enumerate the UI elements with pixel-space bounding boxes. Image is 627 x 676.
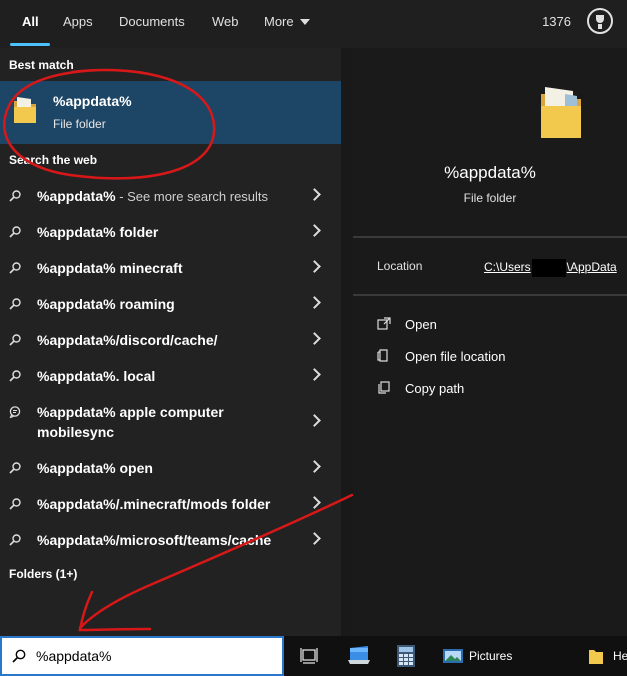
search-icon <box>9 534 21 546</box>
panel-divider <box>341 48 353 636</box>
section-best-match: Best match <box>9 58 74 72</box>
location-path-prefix: C:\Users <box>484 260 531 275</box>
tab-web[interactable]: Web <box>212 14 239 29</box>
tab-apps[interactable]: Apps <box>63 14 93 29</box>
rewards-trophy-icon[interactable] <box>587 8 613 34</box>
best-match-item[interactable]: %appdata% File folder <box>0 81 341 144</box>
chat-icon <box>9 406 21 418</box>
web-result-text: %appdata%/discord/cache/ <box>37 332 218 348</box>
divider <box>353 294 627 296</box>
taskbar: Pictures He <box>0 636 627 676</box>
photos-icon[interactable] <box>442 644 464 668</box>
chevron-right-icon <box>308 188 321 201</box>
calculator-icon[interactable] <box>396 644 416 668</box>
folder-icon <box>541 87 581 138</box>
location-path-link[interactable]: C:\Users \AppData <box>484 259 617 277</box>
copy-icon <box>378 381 390 394</box>
web-result-text: %appdata%/.minecraft/mods folder <box>37 496 271 512</box>
search-icon <box>9 498 21 510</box>
web-result-text-line2: mobilesync <box>37 424 115 440</box>
web-result-row[interactable]: %appdata%/discord/cache/ <box>0 321 341 357</box>
web-result-text: %appdata%. local <box>37 368 156 384</box>
web-result-row[interactable]: %appdata%/.minecraft/mods folder <box>0 485 341 521</box>
copy-path-label: Copy path <box>405 381 465 396</box>
folder-icon <box>14 97 36 123</box>
web-result-text: %appdata% - See more search results <box>37 188 268 204</box>
divider <box>353 236 627 238</box>
preview-panel: %appdata% File folder Location C:\Users \… <box>353 48 627 636</box>
search-icon <box>9 298 21 310</box>
best-match-title: %appdata% <box>53 93 132 109</box>
location-label: Location <box>377 259 423 273</box>
preview-subtitle: File folder <box>463 191 517 205</box>
chevron-right-icon <box>308 296 321 309</box>
tab-documents[interactable]: Documents <box>119 14 185 29</box>
preview-title: %appdata% <box>444 163 536 182</box>
search-icon <box>9 226 21 238</box>
chevron-right-icon <box>308 368 321 381</box>
web-result-row[interactable]: %appdata% apple computer mobilesync <box>0 393 341 449</box>
chevron-right-icon <box>308 224 321 237</box>
tab-more[interactable]: More <box>264 14 310 29</box>
tab-more-label: More <box>264 14 294 29</box>
web-result-text: %appdata% minecraft <box>37 260 183 276</box>
redacted-username <box>531 259 566 277</box>
open-file-location-label: Open file location <box>405 349 506 364</box>
web-result-row[interactable]: %appdata%/microsoft/teams/cache <box>0 521 341 557</box>
search-icon <box>9 334 21 346</box>
web-result-text: %appdata%/microsoft/teams/cache <box>37 532 272 548</box>
chevron-right-icon <box>308 260 321 273</box>
results-panel: Best match %appdata% File folder Search … <box>0 48 341 636</box>
chevron-right-icon <box>308 460 321 473</box>
taskbar-pictures-label[interactable]: Pictures <box>469 649 512 663</box>
search-input[interactable] <box>36 646 266 666</box>
chevron-down-icon <box>299 18 310 25</box>
web-result-row[interactable]: %appdata% roaming <box>0 285 341 321</box>
web-result-row[interactable]: %appdata% open <box>0 449 341 485</box>
web-result-text: %appdata% roaming <box>37 296 175 312</box>
taskbar-search-box[interactable] <box>0 636 284 676</box>
open-external-icon <box>377 317 391 330</box>
web-result-query: %appdata% <box>37 188 116 204</box>
location-path-suffix: \AppData <box>566 260 617 275</box>
chevron-right-icon <box>308 496 321 509</box>
chevron-right-icon <box>308 532 321 545</box>
web-result-suffix: - See more search results <box>115 189 269 204</box>
section-folders[interactable]: Folders (1+) <box>9 567 77 581</box>
web-result-row[interactable]: %appdata% - See more search results <box>0 177 341 213</box>
folder-icon[interactable] <box>588 644 604 668</box>
search-icon <box>9 190 21 202</box>
web-result-text: %appdata% open <box>37 460 153 476</box>
search-scope-tabs: All Apps Documents Web More 1376 <box>0 0 627 48</box>
search-icon <box>9 370 21 382</box>
web-result-text: %appdata% apple computer <box>37 404 224 420</box>
search-icon <box>12 649 26 663</box>
task-view-icon[interactable] <box>300 644 320 668</box>
file-location-icon <box>377 349 388 362</box>
desktop-icon[interactable] <box>346 644 372 668</box>
chevron-right-icon <box>308 332 321 345</box>
taskbar-truncated-label[interactable]: He <box>613 649 627 663</box>
active-tab-indicator <box>10 43 50 46</box>
tab-all[interactable]: All <box>22 14 39 29</box>
web-result-text: %appdata% folder <box>37 224 159 240</box>
open-file-location-action[interactable]: Open file location <box>377 349 505 364</box>
copy-path-action[interactable]: Copy path <box>377 381 464 396</box>
best-match-subtitle: File folder <box>53 117 106 131</box>
chevron-right-icon <box>308 414 321 427</box>
rewards-points: 1376 <box>542 14 571 29</box>
web-result-row[interactable]: %appdata%. local <box>0 357 341 393</box>
section-search-web: Search the web <box>9 153 98 167</box>
search-icon <box>9 262 21 274</box>
web-result-row[interactable]: %appdata% minecraft <box>0 249 341 285</box>
web-result-row[interactable]: %appdata% folder <box>0 213 341 249</box>
search-icon <box>9 462 21 474</box>
open-action[interactable]: Open <box>377 317 437 332</box>
open-action-label: Open <box>405 317 437 332</box>
